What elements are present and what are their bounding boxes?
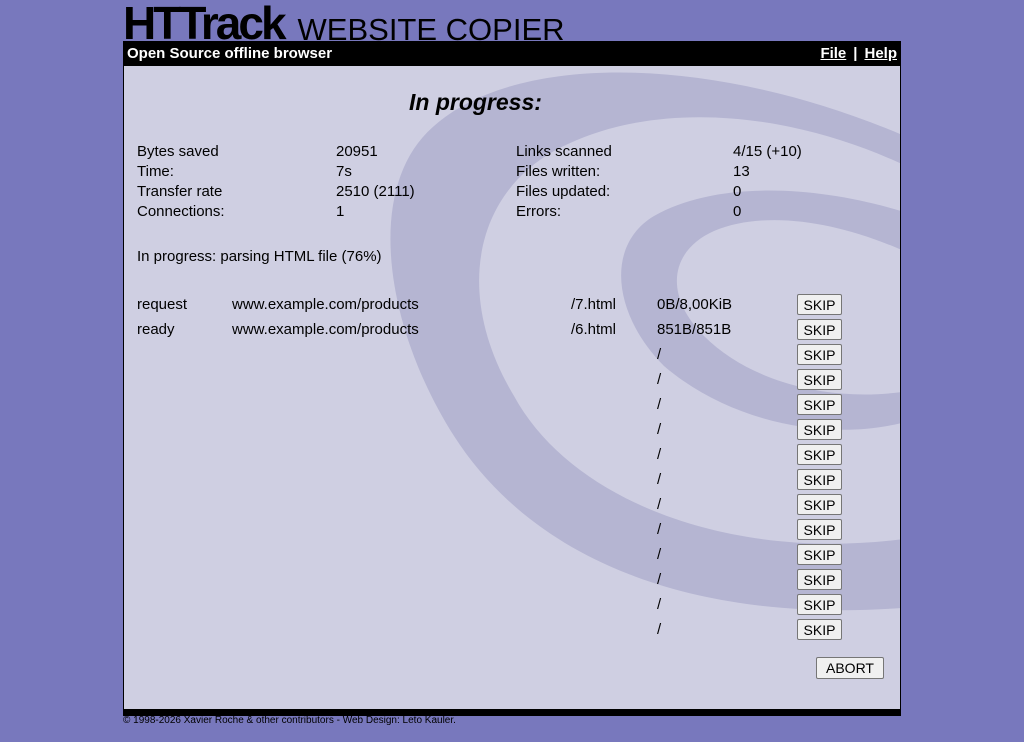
skip-button[interactable]: SKIP — [797, 494, 842, 515]
skip-button[interactable]: SKIP — [797, 419, 842, 440]
transfer-size: / — [657, 546, 662, 563]
transfer-size: / — [657, 571, 662, 588]
stat-value-links-scanned: 4/15 (+10) — [733, 143, 802, 160]
menu-separator: | — [853, 45, 858, 62]
help-menu-link[interactable]: Help — [864, 45, 897, 62]
main-frame: Open Source offline browser File | Help In… — [123, 41, 901, 716]
transfer-size: / — [657, 521, 662, 538]
top-menu: File | Help — [820, 41, 897, 66]
skip-button[interactable]: SKIP — [797, 369, 842, 390]
stat-value-errors: 0 — [733, 203, 742, 220]
skip-button[interactable]: SKIP — [797, 444, 842, 465]
skip-button[interactable]: SKIP — [797, 469, 842, 490]
transfer-size: / — [657, 446, 662, 463]
transfer-size: / — [657, 371, 662, 388]
status-text: In progress: parsing HTML file (76%) — [137, 248, 382, 265]
skip-button[interactable]: SKIP — [797, 294, 842, 315]
skip-button[interactable]: SKIP — [797, 394, 842, 415]
skip-button[interactable]: SKIP — [797, 619, 842, 640]
stat-value-transfer-rate: 2510 (2111) — [336, 183, 415, 200]
skip-button[interactable]: SKIP — [797, 594, 842, 615]
stat-label-connections: Connections: — [137, 203, 225, 220]
skip-button[interactable]: SKIP — [797, 569, 842, 590]
page-title: In progress: — [409, 89, 542, 115]
skip-button[interactable]: SKIP — [797, 344, 842, 365]
skip-button[interactable]: SKIP — [797, 544, 842, 565]
progress-panel: In progress: Bytes saved 20951 Time: 7s … — [124, 66, 900, 709]
transfer-host: www.example.com/products — [232, 296, 419, 313]
abort-button[interactable]: ABORT — [816, 657, 884, 679]
transfer-file: /7.html — [571, 296, 617, 313]
transfer-state: ready — [137, 321, 175, 338]
transfer-file: /6.html — [571, 321, 617, 338]
file-menu-link[interactable]: File — [820, 45, 846, 62]
stat-value-files-updated: 0 — [733, 183, 742, 200]
logo-main-text: HTTrack — [123, 0, 287, 49]
transfer-size: / — [657, 471, 662, 488]
transfer-size: 0B/8,00KiB — [657, 296, 733, 313]
transfer-host: www.example.com/products — [232, 321, 419, 338]
transfer-size: / — [657, 596, 662, 613]
transfer-size: / — [657, 396, 662, 413]
transfer-size: / — [657, 496, 662, 513]
top-bar: Open Source offline browser File | Help — [123, 41, 901, 66]
skip-button[interactable]: SKIP — [797, 319, 842, 340]
skip-button[interactable]: SKIP — [797, 519, 842, 540]
stat-label-transfer-rate: Transfer rate — [137, 183, 223, 200]
stat-label-files-written: Files written: — [516, 163, 601, 180]
transfer-size: / — [657, 346, 662, 363]
stat-label-errors: Errors: — [516, 203, 561, 220]
stat-value-time: 7s — [336, 163, 352, 180]
stat-value-connections: 1 — [336, 203, 345, 220]
httrack-logo: HTTrack WEBSITE COPIER — [123, 0, 565, 49]
progress-content: In progress: Bytes saved 20951 Time: 7s … — [124, 66, 900, 709]
stat-label-bytes-saved: Bytes saved — [137, 143, 219, 160]
transfer-size: / — [657, 621, 662, 638]
footer-copyright: © 1998-2026 Xavier Roche & other contrib… — [123, 715, 456, 726]
tagline: Open Source offline browser — [127, 45, 333, 62]
transfer-state: request — [137, 296, 188, 313]
transfer-size: 851B/851B — [657, 321, 732, 338]
stat-value-bytes-saved: 20951 — [336, 143, 378, 160]
stat-label-time: Time: — [137, 163, 174, 180]
stat-value-files-written: 13 — [733, 163, 750, 180]
stat-label-files-updated: Files updated: — [516, 183, 611, 200]
transfer-size: / — [657, 421, 662, 438]
stat-label-links-scanned: Links scanned — [516, 143, 612, 160]
